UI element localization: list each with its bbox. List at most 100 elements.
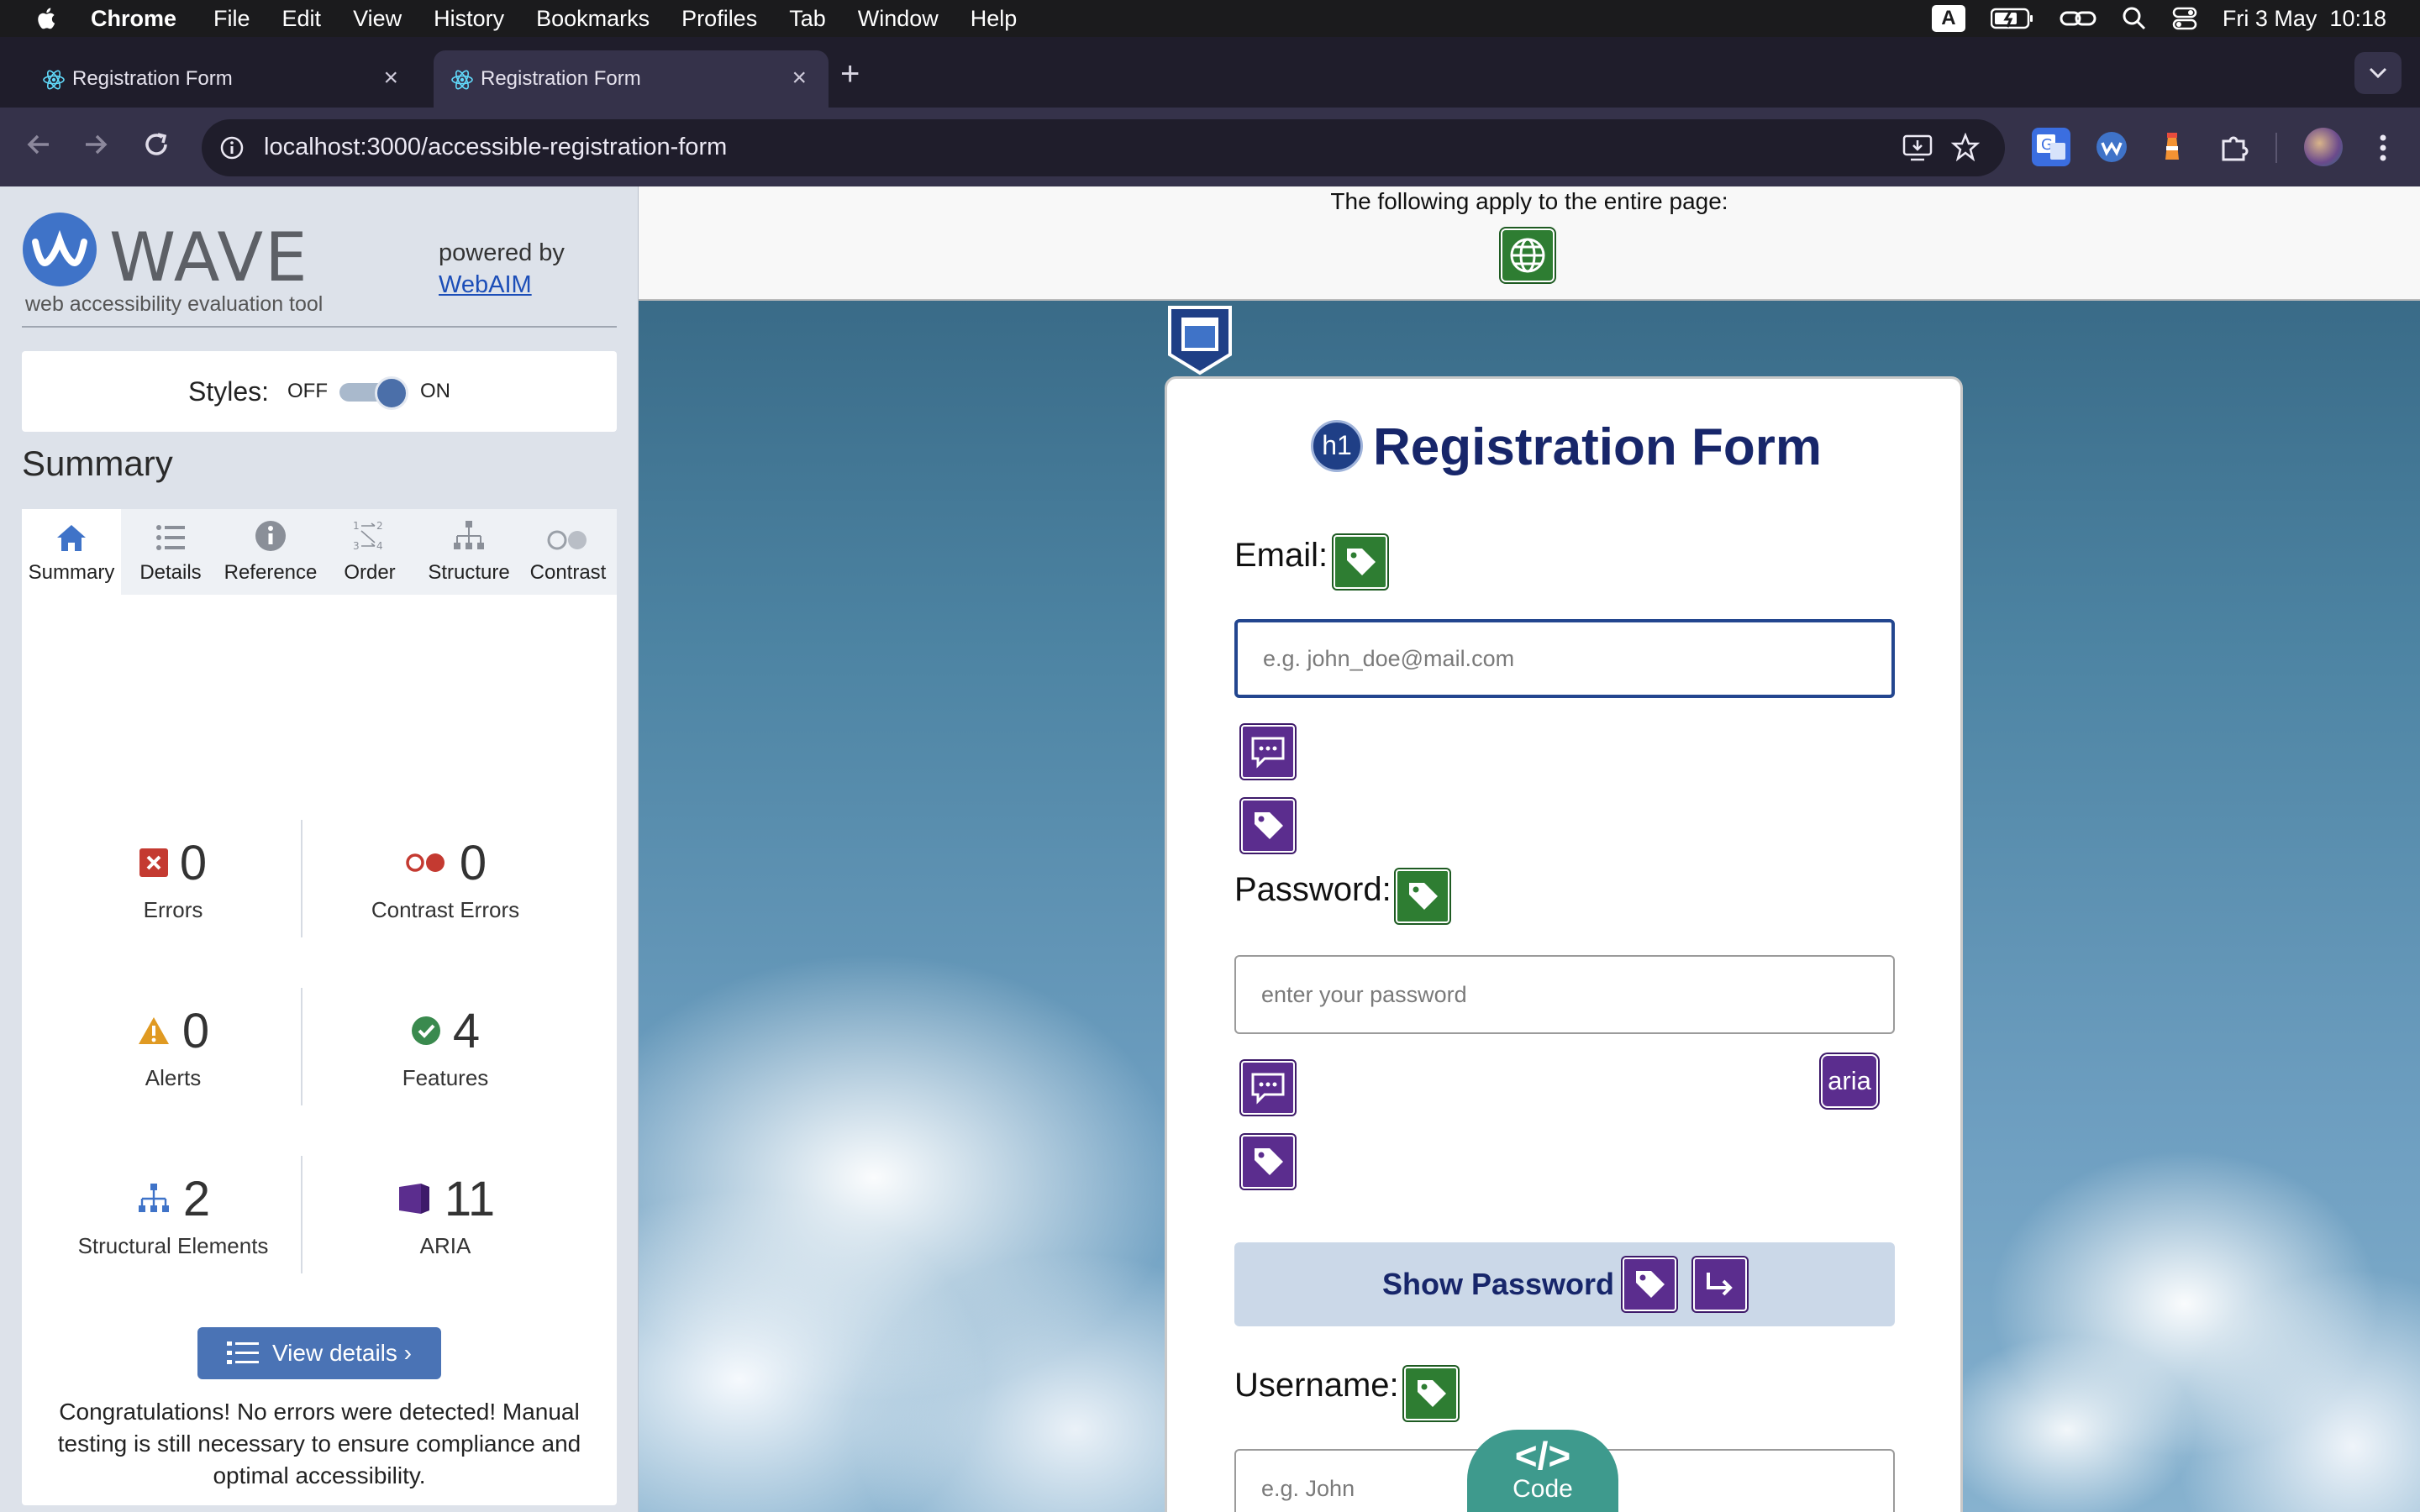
tab-search-button[interactable] bbox=[2354, 52, 2402, 94]
view-details-button[interactable]: View details › bbox=[197, 1327, 441, 1379]
svg-text:2: 2 bbox=[376, 520, 383, 532]
menu-app-chrome[interactable]: Chrome bbox=[91, 6, 176, 32]
tab-structure[interactable]: Structure bbox=[418, 509, 519, 595]
stat-errors[interactable]: 0 Errors bbox=[39, 833, 308, 923]
tab-label: Summary bbox=[28, 561, 115, 584]
back-arrow-icon[interactable] bbox=[24, 129, 54, 160]
install-app-icon[interactable] bbox=[1902, 134, 1933, 162]
site-info-icon[interactable] bbox=[213, 129, 250, 166]
info-icon bbox=[255, 521, 286, 551]
tag-icon[interactable] bbox=[1404, 1367, 1458, 1420]
errors-label: Errors bbox=[143, 897, 203, 922]
aria-label: ARIA bbox=[419, 1233, 471, 1258]
menu-window[interactable]: Window bbox=[858, 6, 939, 32]
wave-wordmark: WAVE bbox=[109, 218, 309, 297]
email-placeholder: e.g. john_doe@mail.com bbox=[1263, 645, 1515, 671]
toolbar-divider bbox=[2275, 133, 2277, 163]
tab-contrast[interactable]: Contrast bbox=[519, 509, 617, 595]
stat-contrast-errors[interactable]: 0 Contrast Errors bbox=[311, 833, 580, 923]
alerts-label: Alerts bbox=[145, 1065, 202, 1090]
menu-bookmarks[interactable]: Bookmarks bbox=[536, 6, 650, 32]
form-heading: h1 Registration Form bbox=[1167, 417, 1965, 477]
apple-icon[interactable] bbox=[34, 5, 60, 32]
close-icon[interactable]: × bbox=[383, 66, 398, 91]
contrast-icon bbox=[547, 530, 587, 550]
battery-icon[interactable] bbox=[1990, 7, 2034, 30]
tab-order[interactable]: 1 2 3 4 Order bbox=[321, 509, 418, 595]
alert-icon bbox=[138, 1017, 169, 1044]
link-icon[interactable] bbox=[2060, 7, 2096, 30]
reload-icon[interactable] bbox=[141, 129, 171, 160]
summary-heading: Summary bbox=[22, 444, 173, 483]
macos-menu-bar: Chrome File Edit View History Bookmarks … bbox=[0, 0, 2420, 37]
globe-icon[interactable] bbox=[1501, 228, 1555, 282]
close-icon[interactable]: × bbox=[792, 66, 807, 91]
url-text[interactable]: localhost:3000/accessible-registration-f… bbox=[264, 134, 727, 161]
show-password-button[interactable]: Show Password bbox=[1234, 1242, 1895, 1326]
tab-registration-form-2[interactable]: Registration Form × bbox=[434, 50, 829, 108]
tab-summary[interactable]: Summary bbox=[22, 509, 121, 595]
control-center-icon[interactable] bbox=[2172, 6, 2197, 31]
comment-icon[interactable] bbox=[1241, 1061, 1295, 1115]
tab-details[interactable]: Details bbox=[121, 509, 220, 595]
menu-tab[interactable]: Tab bbox=[789, 6, 826, 32]
password-label: Password: bbox=[1234, 871, 1392, 908]
tab-reference[interactable]: Reference bbox=[220, 509, 321, 595]
tab-registration-form-1[interactable]: Registration Form × bbox=[25, 50, 420, 108]
password-input[interactable]: enter your password bbox=[1234, 955, 1895, 1034]
wave-sidebar: WAVE web accessibility evaluation tool p… bbox=[0, 186, 639, 1512]
menu-file[interactable]: File bbox=[213, 6, 250, 32]
contrast-error-icon bbox=[406, 853, 445, 872]
tag-icon[interactable] bbox=[1623, 1257, 1677, 1311]
styles-toggle-panel: Styles: OFF ON bbox=[22, 351, 617, 432]
code-label: Code bbox=[1512, 1475, 1573, 1503]
menu-history[interactable]: History bbox=[434, 6, 504, 32]
divider bbox=[22, 326, 617, 328]
menu-help[interactable]: Help bbox=[971, 6, 1018, 32]
browser-toolbar: localhost:3000/accessible-registration-f… bbox=[0, 108, 2420, 186]
search-icon[interactable] bbox=[2122, 6, 2147, 31]
congratulations-message: Congratulations! No errors were detected… bbox=[57, 1399, 581, 1488]
structural-label: Structural Elements bbox=[77, 1233, 269, 1258]
profile-avatar[interactable] bbox=[2304, 128, 2343, 166]
stat-aria[interactable]: 11 ARIA bbox=[311, 1169, 580, 1259]
google-translate-icon[interactable]: G bbox=[2032, 128, 2070, 166]
forward-arrow-icon[interactable] bbox=[81, 129, 111, 160]
show-password-label: Show Password bbox=[1381, 1267, 1615, 1301]
stat-structural-elements[interactable]: 2 Structural Elements bbox=[39, 1169, 308, 1259]
stat-features[interactable]: 4 Features bbox=[311, 1001, 580, 1091]
extensions-puzzle-icon[interactable] bbox=[2215, 128, 2254, 166]
wave-logo-icon bbox=[23, 213, 97, 286]
comment-icon[interactable] bbox=[1241, 725, 1295, 779]
chevron-down-icon bbox=[2369, 67, 2387, 79]
menubar-datetime[interactable]: Fri 3 May 10:18 bbox=[2223, 6, 2386, 32]
bookmark-star-icon[interactable] bbox=[1951, 133, 1980, 161]
lighthouse-extension-icon[interactable] bbox=[2153, 128, 2191, 166]
features-count: 4 bbox=[452, 1003, 481, 1058]
styles-toggle[interactable] bbox=[339, 376, 409, 410]
new-tab-button[interactable]: + bbox=[840, 57, 860, 91]
code-view-button[interactable]: </> Code bbox=[1467, 1430, 1618, 1512]
h1-badge[interactable]: h1 bbox=[1311, 419, 1364, 472]
structure-icon bbox=[454, 521, 484, 549]
region-icon[interactable] bbox=[1165, 304, 1235, 376]
menu-profiles[interactable]: Profiles bbox=[681, 6, 757, 32]
menu-edit[interactable]: Edit bbox=[282, 6, 322, 32]
menu-view[interactable]: View bbox=[353, 6, 402, 32]
aria-badge[interactable]: aria bbox=[1821, 1054, 1878, 1108]
webaim-link[interactable]: WebAIM bbox=[439, 271, 532, 298]
email-input[interactable]: e.g. john_doe@mail.com bbox=[1234, 619, 1895, 698]
tag-icon[interactable] bbox=[1241, 1135, 1295, 1189]
more-menu-icon[interactable] bbox=[2378, 133, 2388, 163]
tab-label: Reference bbox=[224, 561, 318, 584]
keyboard-input-icon[interactable]: A bbox=[1931, 5, 1965, 32]
tag-icon[interactable] bbox=[1396, 869, 1449, 923]
form-title-text: Registration Form bbox=[1373, 418, 1822, 476]
address-bar[interactable]: localhost:3000/accessible-registration-f… bbox=[202, 119, 2005, 176]
arrow-icon[interactable] bbox=[1693, 1257, 1748, 1311]
tag-icon[interactable] bbox=[1241, 799, 1295, 853]
error-icon bbox=[139, 848, 168, 877]
wave-extension-icon[interactable] bbox=[2092, 128, 2131, 166]
stat-alerts[interactable]: 0 Alerts bbox=[39, 1001, 308, 1091]
tag-icon[interactable] bbox=[1334, 535, 1387, 589]
